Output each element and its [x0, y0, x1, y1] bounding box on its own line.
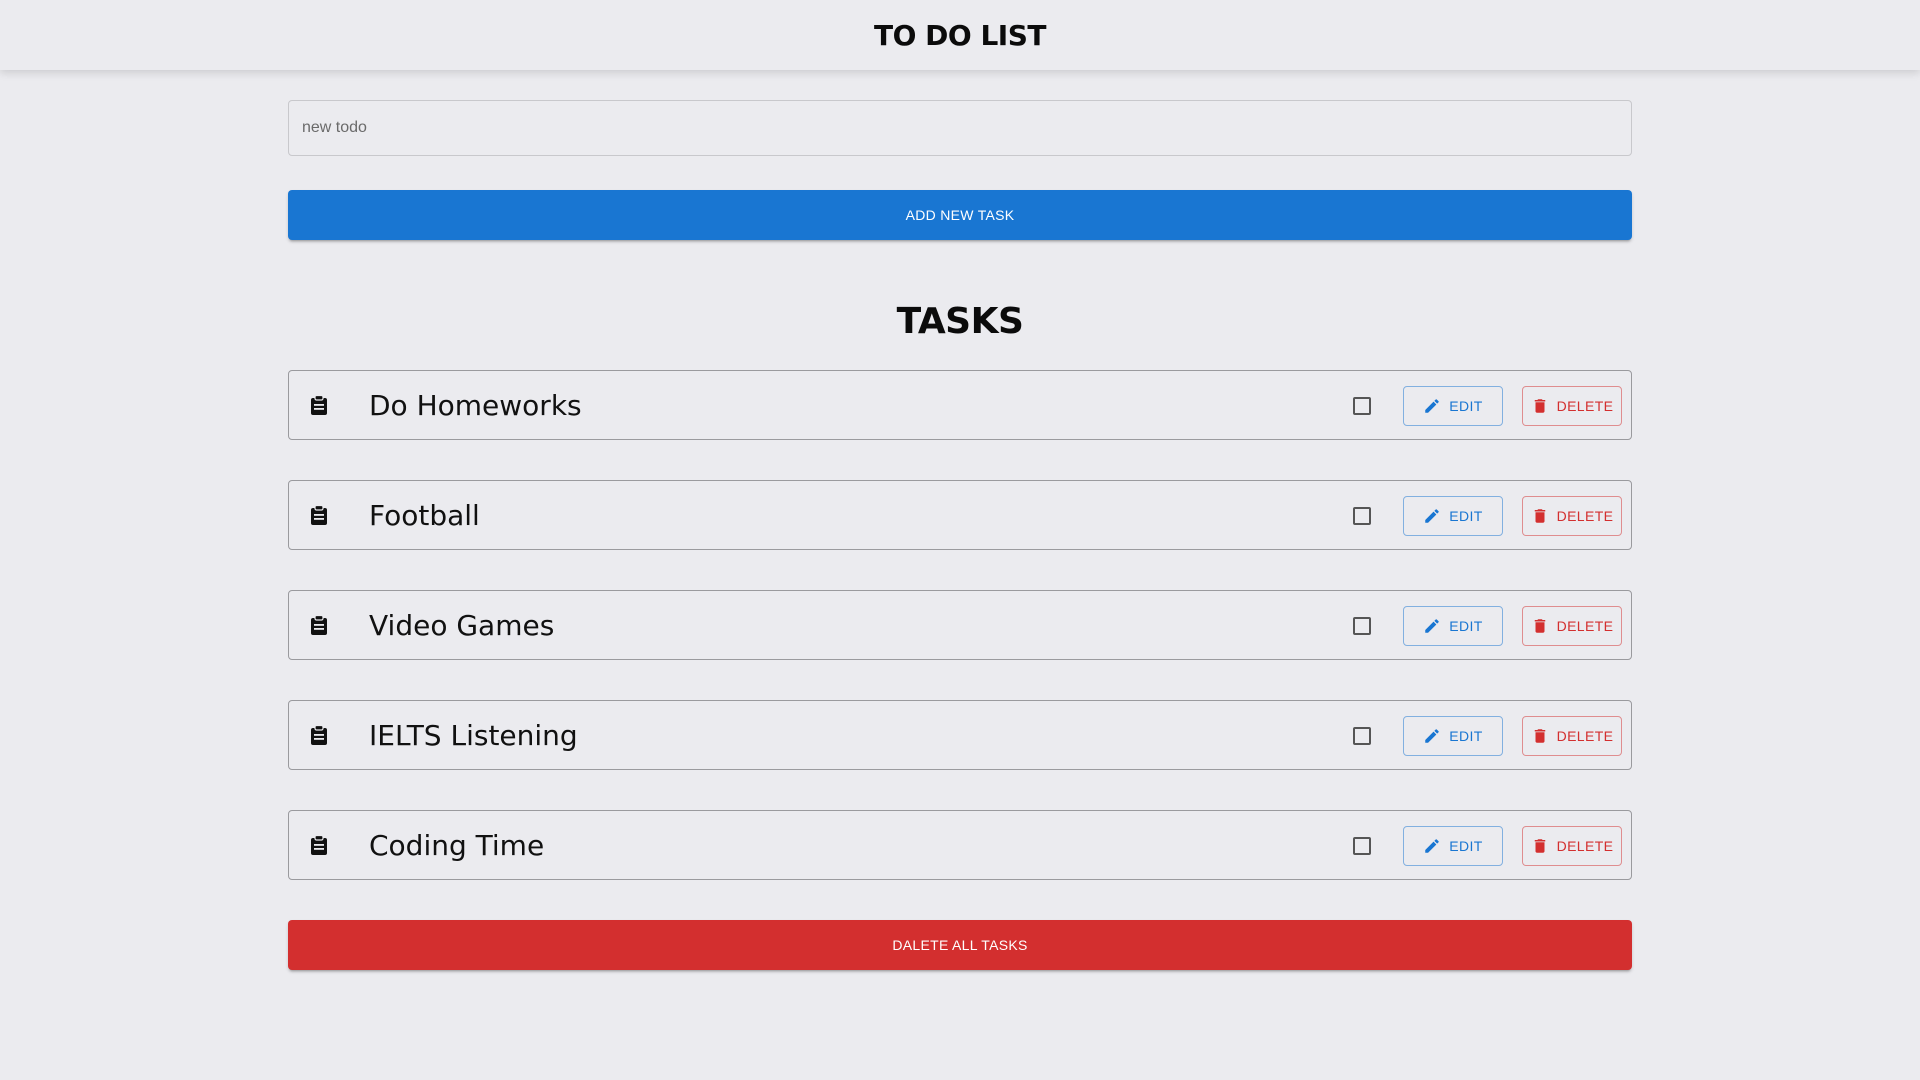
delete-button[interactable]: DELETE: [1522, 496, 1622, 536]
task-item: Video Games EDIT DELETE: [288, 590, 1632, 660]
delete-label: DELETE: [1556, 398, 1614, 414]
task-text: Football: [369, 499, 480, 532]
edit-button[interactable]: EDIT: [1403, 716, 1503, 756]
edit-label: EDIT: [1449, 728, 1483, 744]
task-checkbox[interactable]: [1353, 507, 1371, 525]
task-item: Do Homeworks EDIT DELETE: [288, 370, 1632, 440]
add-new-task-button[interactable]: ADD NEW TASK: [288, 190, 1632, 240]
task-checkbox[interactable]: [1353, 727, 1371, 745]
delete-button[interactable]: DELETE: [1522, 606, 1622, 646]
pencil-icon: [1425, 839, 1440, 853]
pencil-icon: [1425, 729, 1440, 743]
todo-container: ADD NEW TASK TASKS Do Homeworks EDIT: [288, 100, 1632, 970]
trash-icon: [1534, 509, 1545, 523]
task-checkbox[interactable]: [1353, 837, 1371, 855]
trash-icon: [1534, 619, 1545, 633]
trash-icon: [1534, 399, 1545, 413]
edit-label: EDIT: [1449, 508, 1483, 524]
app-title: TO DO LIST: [874, 18, 1046, 52]
delete-button[interactable]: DELETE: [1522, 826, 1622, 866]
task-checkbox[interactable]: [1353, 397, 1371, 415]
pencil-icon: [1425, 399, 1440, 413]
delete-all-tasks-button[interactable]: DALETE ALL TASKS: [288, 920, 1632, 970]
edit-label: EDIT: [1449, 398, 1483, 414]
delete-label: DELETE: [1556, 618, 1614, 634]
task-text: Do Homeworks: [369, 389, 582, 422]
trash-icon: [1534, 729, 1545, 743]
task-item: Football EDIT DELETE: [288, 480, 1632, 550]
edit-label: EDIT: [1449, 838, 1483, 854]
task-item: Coding Time EDIT DELETE: [288, 810, 1632, 880]
clipboard-icon: [311, 395, 327, 415]
clipboard-icon: [311, 615, 327, 635]
pencil-icon: [1425, 509, 1440, 523]
delete-label: DELETE: [1556, 838, 1614, 854]
edit-label: EDIT: [1449, 618, 1483, 634]
clipboard-icon: [311, 835, 327, 855]
delete-label: DELETE: [1556, 508, 1614, 524]
edit-button[interactable]: EDIT: [1403, 606, 1503, 646]
edit-button[interactable]: EDIT: [1403, 496, 1503, 536]
task-checkbox[interactable]: [1353, 617, 1371, 635]
tasks-title: TASKS: [896, 301, 1024, 342]
delete-label: DELETE: [1556, 728, 1614, 744]
task-list: Do Homeworks EDIT DELETE Football EDIT D…: [288, 370, 1632, 880]
new-todo-input[interactable]: [288, 100, 1632, 156]
edit-button[interactable]: EDIT: [1403, 826, 1503, 866]
edit-button[interactable]: EDIT: [1403, 386, 1503, 426]
task-text: IELTS Listening: [369, 719, 578, 752]
clipboard-icon: [311, 725, 327, 745]
app-header: TO DO LIST: [0, 0, 1920, 70]
clipboard-icon: [311, 505, 327, 525]
delete-button[interactable]: DELETE: [1522, 386, 1622, 426]
task-item: IELTS Listening EDIT DELETE: [288, 700, 1632, 770]
delete-button[interactable]: DELETE: [1522, 716, 1622, 756]
pencil-icon: [1425, 619, 1440, 633]
task-text: Video Games: [369, 609, 555, 642]
task-text: Coding Time: [369, 829, 545, 862]
trash-icon: [1534, 839, 1545, 853]
